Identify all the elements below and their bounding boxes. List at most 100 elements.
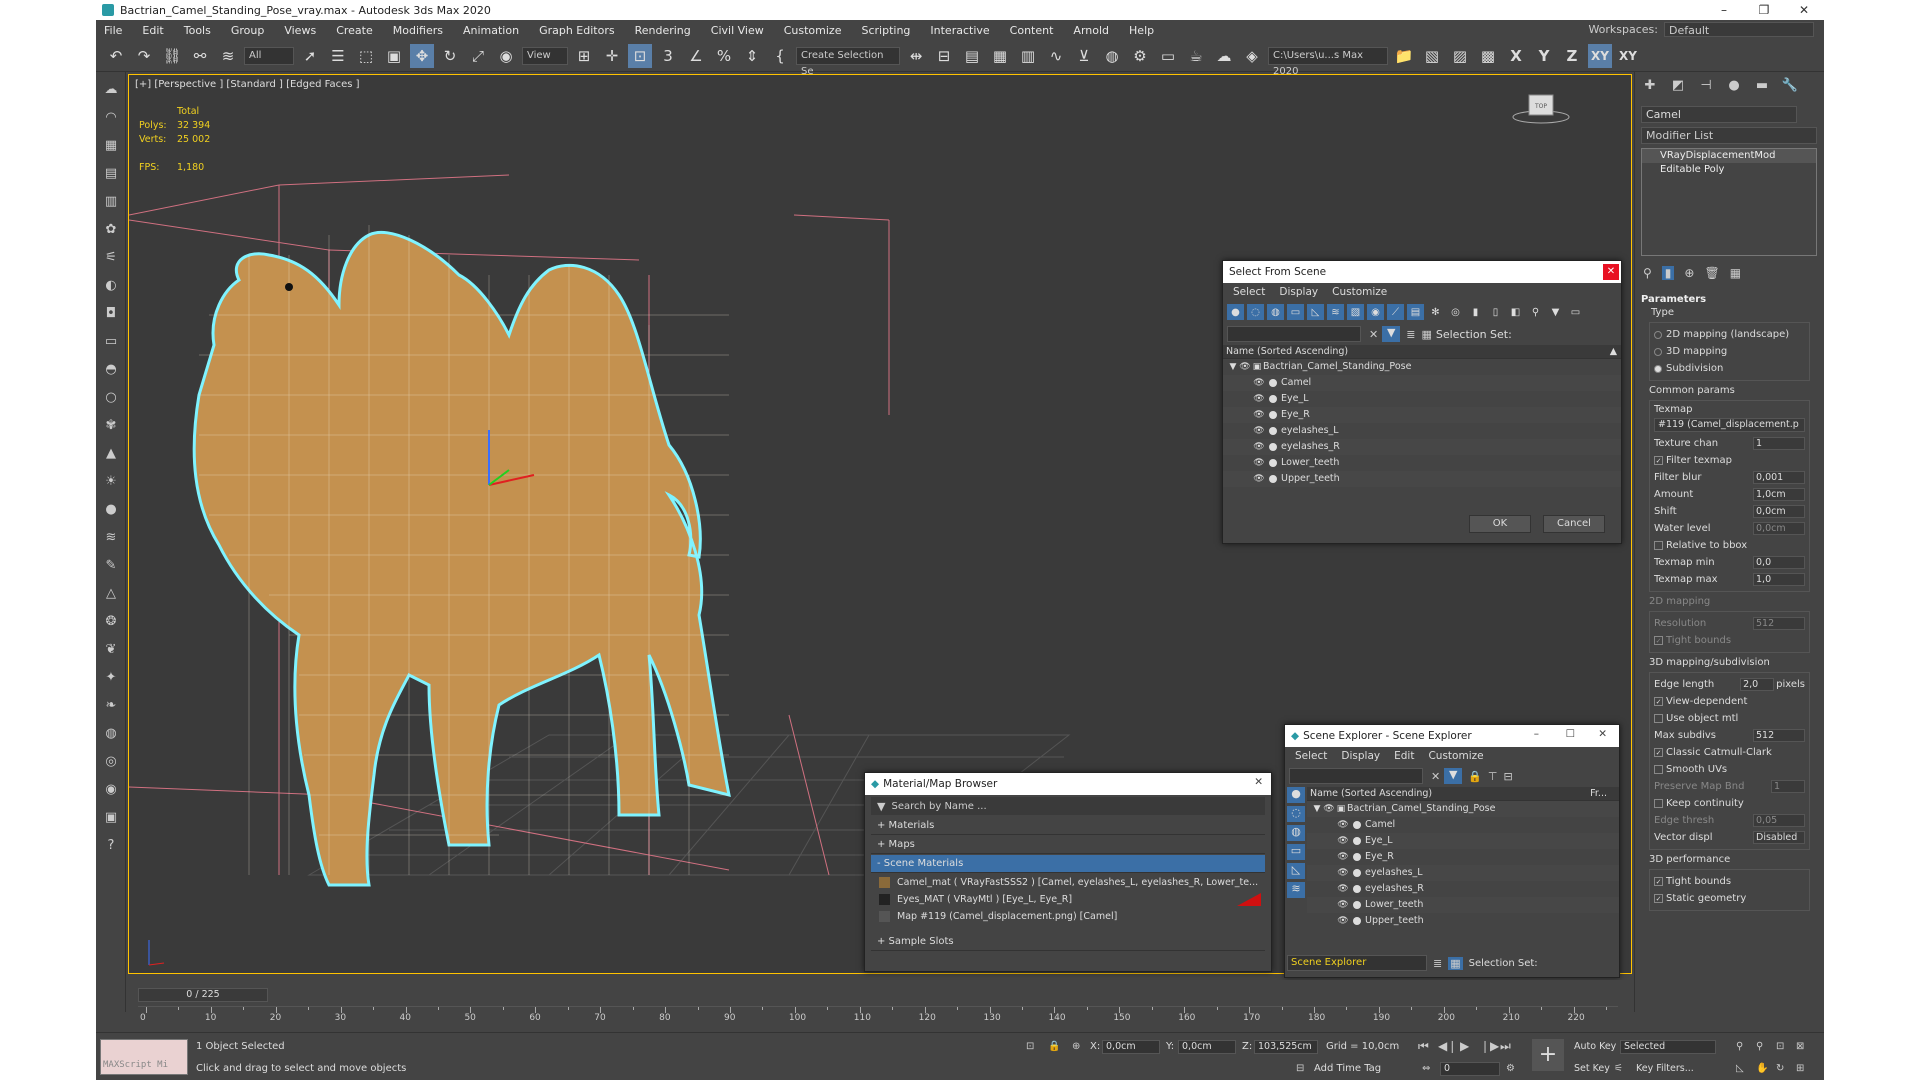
lock-icon[interactable]: 🔒 bbox=[1468, 770, 1482, 783]
create-tab-icon[interactable]: ✚ bbox=[1639, 78, 1661, 96]
render-setup-icon[interactable]: ⚙ bbox=[1128, 44, 1152, 68]
bind-space-warp-icon[interactable]: ≋ bbox=[216, 44, 240, 68]
layers-icon[interactable]: ▭ bbox=[1567, 304, 1584, 320]
scene-materials-section[interactable]: - Scene Materials bbox=[871, 855, 1265, 873]
smooth-uvs-checkbox[interactable] bbox=[1654, 765, 1663, 774]
clear-search-icon[interactable]: ✕ bbox=[1369, 328, 1378, 341]
se-menu-select[interactable]: Select bbox=[1295, 750, 1327, 762]
display-none-icon[interactable]: ▯ bbox=[1487, 304, 1504, 320]
radio-3d-mapping[interactable] bbox=[1654, 347, 1662, 356]
materials-section[interactable]: + Materials bbox=[871, 817, 1265, 835]
material-row[interactable]: Eyes_MAT ( VRayMtl ) [Eye_L, Eye_R] bbox=[875, 891, 1261, 908]
filter-geometry-icon[interactable]: ● bbox=[1227, 304, 1244, 320]
axis-y-button[interactable]: Y bbox=[1532, 44, 1556, 68]
tree-row[interactable]: 👁 eyelashes_R bbox=[1307, 881, 1619, 897]
minimize-icon[interactable]: – bbox=[1704, 0, 1744, 20]
zoom-extents-all-icon[interactable]: ⊠ bbox=[1796, 1041, 1804, 1052]
render-icon[interactable]: ☕ bbox=[1184, 44, 1208, 68]
tree-row[interactable]: 👁 Upper_teeth bbox=[1223, 471, 1621, 487]
tight-bounds-checkbox[interactable]: ✓ bbox=[1654, 877, 1663, 886]
edge-length-spinner[interactable]: 2,0 bbox=[1740, 678, 1775, 691]
y-coordinate-field[interactable]: 0,0cm bbox=[1178, 1040, 1236, 1054]
go-to-start-icon[interactable]: ⏮ bbox=[1418, 1039, 1429, 1054]
visibility-icon[interactable]: 👁 bbox=[1253, 375, 1265, 391]
set-keys-icon[interactable]: + bbox=[1532, 1039, 1564, 1071]
fur-icon[interactable]: ≋ bbox=[100, 526, 122, 548]
time-config-icon[interactable]: ⚙ bbox=[1506, 1063, 1515, 1074]
lights-icon[interactable]: ▦ bbox=[100, 134, 122, 156]
scene-explorer-icon[interactable]: ▤ bbox=[960, 44, 984, 68]
zoom-extents-icon[interactable]: ⊡ bbox=[1776, 1041, 1784, 1052]
keyboard-shortcut-icon[interactable]: ⊡ bbox=[628, 43, 652, 68]
tree-row[interactable]: ▼ 👁 ▣ Bactrian_Camel_Standing_Pose bbox=[1223, 359, 1621, 375]
tree-row[interactable]: 👁 Lower_teeth bbox=[1223, 455, 1621, 471]
pan-icon[interactable]: ✋ bbox=[1756, 1063, 1768, 1074]
remove-modifier-icon[interactable]: 🗑 bbox=[1704, 266, 1719, 280]
add-time-tag[interactable]: Add Time Tag bbox=[1314, 1063, 1381, 1074]
sun-icon[interactable]: ☀ bbox=[100, 470, 122, 492]
filter-blur-spinner[interactable]: 0,001 bbox=[1753, 471, 1805, 484]
undo-icon[interactable]: ↶ bbox=[104, 44, 128, 68]
stack-item-vraydisplacement[interactable]: VRayDisplacementMod bbox=[1642, 149, 1816, 163]
globe-icon[interactable]: ❂ bbox=[100, 610, 122, 632]
configure-sets-icon[interactable]: ▦ bbox=[1730, 266, 1741, 280]
selection-lock-icon[interactable]: 🔒 bbox=[1048, 1041, 1060, 1052]
material-row[interactable]: Camel_mat ( VRayFastSSS2 ) [Camel, eyela… bbox=[875, 874, 1261, 891]
fish-icon[interactable]: ❧ bbox=[100, 694, 122, 716]
hierarchy-icon[interactable]: ⊤ bbox=[1488, 770, 1498, 783]
visibility-icon[interactable]: 👁 bbox=[1323, 801, 1335, 817]
filter-spacewarps-icon[interactable]: ≋ bbox=[1327, 304, 1344, 320]
axis-x-button[interactable]: X bbox=[1504, 44, 1528, 68]
water-level-spinner[interactable]: 0,0cm bbox=[1753, 522, 1805, 535]
se-column-header2[interactable]: Fr... bbox=[1590, 787, 1607, 801]
systems-icon[interactable]: ⚟ bbox=[100, 246, 122, 268]
teapot-icon[interactable]: ◎ bbox=[100, 750, 122, 772]
filter-hidden-icon[interactable]: ◎ bbox=[1447, 304, 1464, 320]
hemisphere-icon[interactable]: ◓ bbox=[100, 358, 122, 380]
orbit-icon[interactable]: ↻ bbox=[1776, 1063, 1784, 1074]
menu-group[interactable]: Group bbox=[231, 24, 265, 37]
link-icon[interactable]: ⛓ bbox=[160, 44, 184, 68]
track-bar[interactable]: 0 10 20 30 40 50 60 70 80 90 100 110 120 130 140 150 160… bbox=[138, 1006, 1618, 1026]
filter-cameras-icon[interactable]: ▭ bbox=[1287, 844, 1305, 860]
menu-graph-editors[interactable]: Graph Editors bbox=[539, 24, 615, 37]
set-key-button[interactable]: Set Key bbox=[1574, 1063, 1610, 1074]
visibility-icon[interactable]: 👁 bbox=[1239, 359, 1251, 375]
tree-row[interactable]: ▼ 👁 ▣ Bactrian_Camel_Standing_Pose bbox=[1307, 801, 1619, 817]
show-end-result-icon[interactable]: ▮ bbox=[1661, 266, 1675, 280]
filter-texmap-checkbox[interactable]: ✓ bbox=[1654, 456, 1663, 465]
explorer-name-dropdown[interactable]: Scene Explorer bbox=[1287, 955, 1427, 971]
motion-tab-icon[interactable]: ● bbox=[1723, 78, 1745, 96]
visibility-icon[interactable]: 👁 bbox=[1337, 881, 1349, 897]
help-icon[interactable]: ? bbox=[100, 834, 122, 856]
edit-named-selection-icon[interactable]: { bbox=[768, 44, 792, 68]
plant-icon[interactable]: ❦ bbox=[100, 638, 122, 660]
grass-icon[interactable]: ✾ bbox=[100, 414, 122, 436]
cone-icon[interactable]: ▲ bbox=[100, 442, 122, 464]
select-manipulate-icon[interactable]: ✛ bbox=[600, 44, 624, 68]
pivot-center-icon[interactable]: ⊞ bbox=[572, 44, 596, 68]
texmap-min-spinner[interactable]: 0,0 bbox=[1753, 556, 1805, 569]
place-icon[interactable]: ◉ bbox=[494, 44, 518, 68]
auto-key-button[interactable]: Auto Key bbox=[1574, 1041, 1616, 1052]
ball-icon[interactable]: ◍ bbox=[100, 722, 122, 744]
spinner-snap-icon[interactable]: ⇕ bbox=[740, 44, 764, 68]
x-coordinate-field[interactable]: 0,0cm bbox=[1102, 1040, 1160, 1054]
scene-icon[interactable]: ▣ bbox=[100, 806, 122, 828]
brush-icon[interactable]: ◐ bbox=[100, 274, 122, 296]
tree-row[interactable]: 👁 eyelashes_R bbox=[1223, 439, 1621, 455]
zoom-all-icon[interactable]: ⚲ bbox=[1756, 1041, 1763, 1052]
view-dependent-checkbox[interactable]: ✓ bbox=[1654, 697, 1663, 706]
pyramid-icon[interactable]: △ bbox=[100, 582, 122, 604]
tree-row[interactable]: 👁 eyelashes_L bbox=[1223, 423, 1621, 439]
tree-row[interactable]: 👁 Upper_teeth bbox=[1307, 913, 1619, 929]
ribbon-icon[interactable]: ▥ bbox=[1016, 44, 1040, 68]
workspace-dropdown[interactable]: Default bbox=[1664, 22, 1814, 37]
material-row[interactable]: Map #119 (Camel_displacement.png) [Camel… bbox=[875, 908, 1261, 925]
play-icon[interactable]: ▶ bbox=[1460, 1039, 1469, 1053]
amount-spinner[interactable]: 1,0cm bbox=[1753, 488, 1805, 501]
max-subdivs-spinner[interactable]: 512 bbox=[1753, 729, 1805, 742]
helpers-icon[interactable]: ▥ bbox=[100, 190, 122, 212]
display-invert-icon[interactable]: ◧ bbox=[1507, 304, 1524, 320]
sfs-menu-select[interactable]: Select bbox=[1233, 286, 1265, 298]
